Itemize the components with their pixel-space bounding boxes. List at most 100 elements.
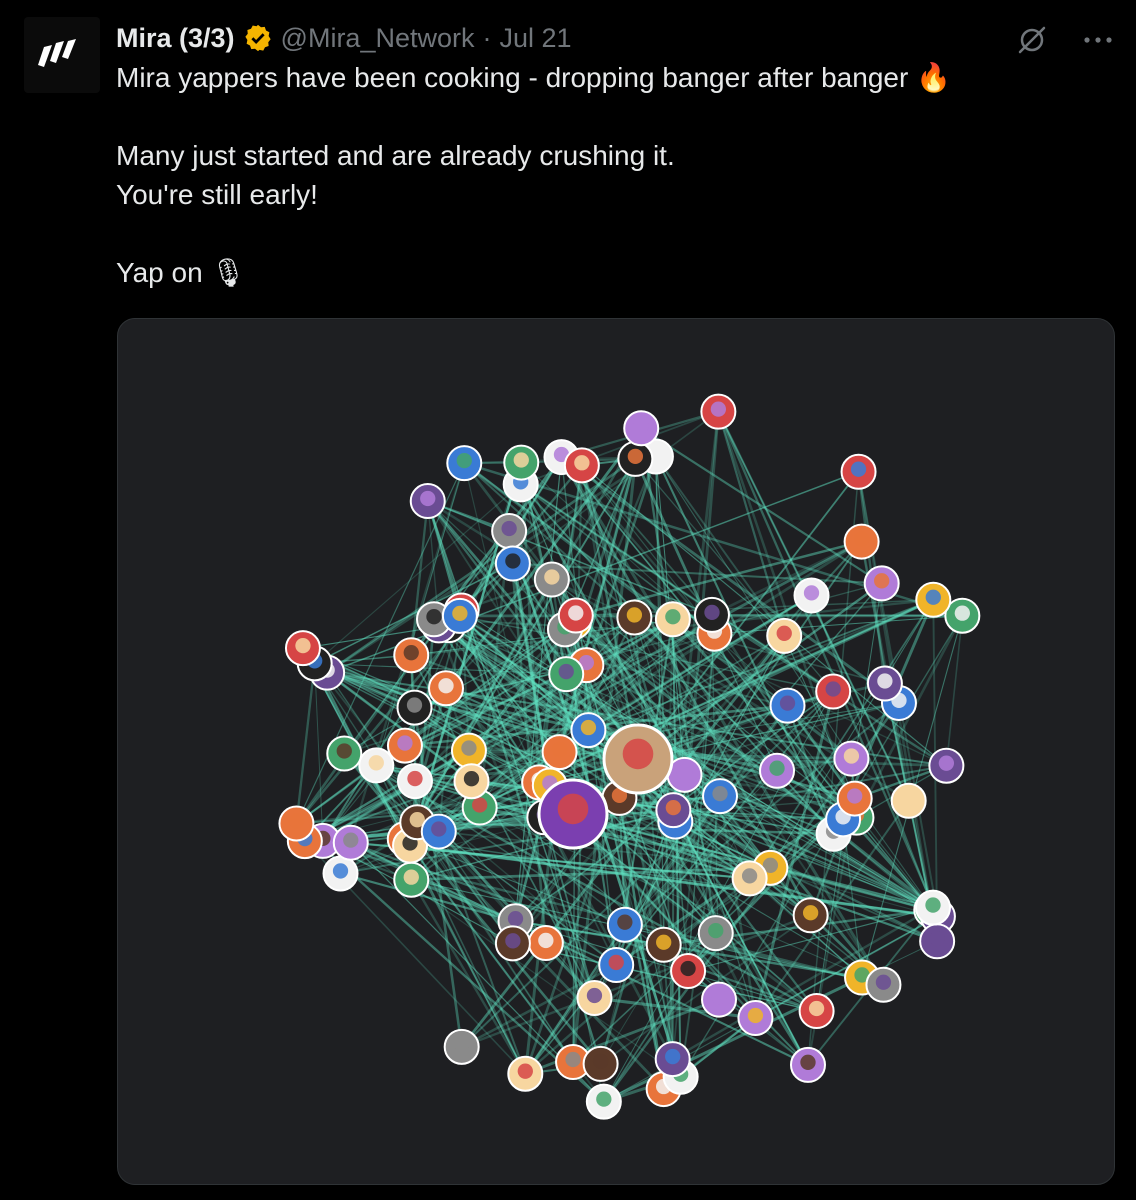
network-node-avatar [875,974,892,990]
network-node-avatar [665,1048,681,1065]
network-node-avatar [877,673,893,689]
grok-button[interactable] [1014,22,1050,58]
network-node-avatar [596,1091,612,1107]
network-node-avatar [501,520,517,537]
tweet-media-image[interactable] [117,318,1115,1185]
network-node-avatar [592,1053,609,1069]
network-node-avatar [622,738,654,770]
network-node-avatar [332,863,349,879]
tweet-header: Mira (3/3) @Mira_Network · Jul 21 [116,20,572,56]
network-node-avatar [586,987,603,1004]
tweet-line: Mira yappers have been cooking - droppin… [116,62,951,93]
network-node-avatar [568,605,584,621]
network-node-avatar [507,911,524,927]
network-node-avatar [925,589,941,605]
network-node-avatar [803,585,820,601]
network-node-avatar [403,645,419,661]
network-node-avatar [925,897,941,913]
network-node-avatar [406,697,423,713]
network-node-avatar [747,1007,764,1024]
tweet-line: Many just started and are already crushi… [116,140,675,171]
network-node-avatar [626,607,643,623]
network-node-avatar [403,869,419,885]
network-node-avatar [544,569,560,585]
tweet-text: Mira yappers have been cooking - droppin… [116,58,1076,292]
network-node-avatar [676,764,693,780]
network-node-avatar [853,531,870,547]
network-node-avatar [954,605,970,621]
network-node-avatar [712,785,728,802]
network-node-avatar [454,1036,470,1052]
network-node-avatar [938,755,955,771]
network-node-avatar [708,922,724,939]
network-node-avatar [438,678,454,694]
network-node-avatar [426,609,442,625]
network-node-avatar [472,797,488,813]
network-node-avatar [711,989,727,1005]
network-node-avatar [633,418,649,434]
network-node-avatar [288,813,305,829]
network-node-avatar [538,932,554,949]
network-node-avatar [565,1051,581,1068]
network-node-avatar [456,452,472,469]
network-node-avatar [627,448,644,464]
network-node-avatar [397,735,413,751]
author-avatar[interactable] [24,17,100,93]
network-node-avatar [901,790,917,806]
network-node-avatar [800,1054,816,1070]
network-node-avatar [776,625,792,641]
network-node-avatar [452,605,468,622]
network-node-avatar [850,461,867,477]
network-graph [278,393,981,1120]
verified-badge-icon [244,24,271,52]
network-node-avatar [665,799,682,816]
network-node-avatar [929,931,945,947]
network-node-avatar [505,553,521,569]
tweet-actions [1014,22,1116,58]
network-node-avatar [741,868,758,884]
network-node-avatar [463,771,480,787]
author-handle[interactable]: @Mira_Network [281,23,475,54]
network-node-avatar [825,681,841,697]
network-edge [295,663,316,824]
more-options-icon [1084,37,1112,43]
separator-dot: · [482,22,492,53]
network-node-avatar [608,954,624,971]
network-node-avatar [517,1063,533,1079]
more-options-button[interactable] [1080,22,1116,58]
network-edge [314,663,324,841]
network-node-avatar [617,914,633,930]
network-node-avatar [847,788,863,804]
network-node-avatar [551,741,568,758]
network-node-avatar [420,490,436,507]
network-node-avatar [513,452,529,468]
grok-icon [1018,26,1046,54]
network-node-avatar [680,960,696,977]
network-node-avatar [665,609,681,625]
network-node-avatar [431,821,447,837]
network-node-avatar [779,695,796,711]
network-node-avatar [505,933,521,949]
network-node-avatar [656,934,672,950]
network-node-avatar [336,743,352,759]
tweet-line: You're still early! [116,179,318,210]
network-node-avatar [368,755,384,771]
network-node-avatar [574,455,590,471]
network-node-avatar [580,719,597,736]
network-node-avatar [843,748,860,764]
network-node-avatar [461,740,477,756]
author-name[interactable]: Mira (3/3) [116,23,235,54]
mira-logo-icon [38,39,76,67]
network-node-avatar [558,663,574,680]
network-node-avatar [710,401,727,417]
tweet-line: Yap on 🎙 [116,257,246,288]
network-node-avatar [808,1000,825,1017]
tweet-date[interactable]: Jul 21 [500,23,572,54]
network-node-avatar [802,905,819,921]
network-node-avatar [295,637,311,654]
network-node-avatar [557,793,589,825]
network-node-avatar [343,832,359,848]
network-node-avatar [407,770,423,787]
network-node-avatar [769,760,785,776]
network-node-avatar [704,604,720,621]
